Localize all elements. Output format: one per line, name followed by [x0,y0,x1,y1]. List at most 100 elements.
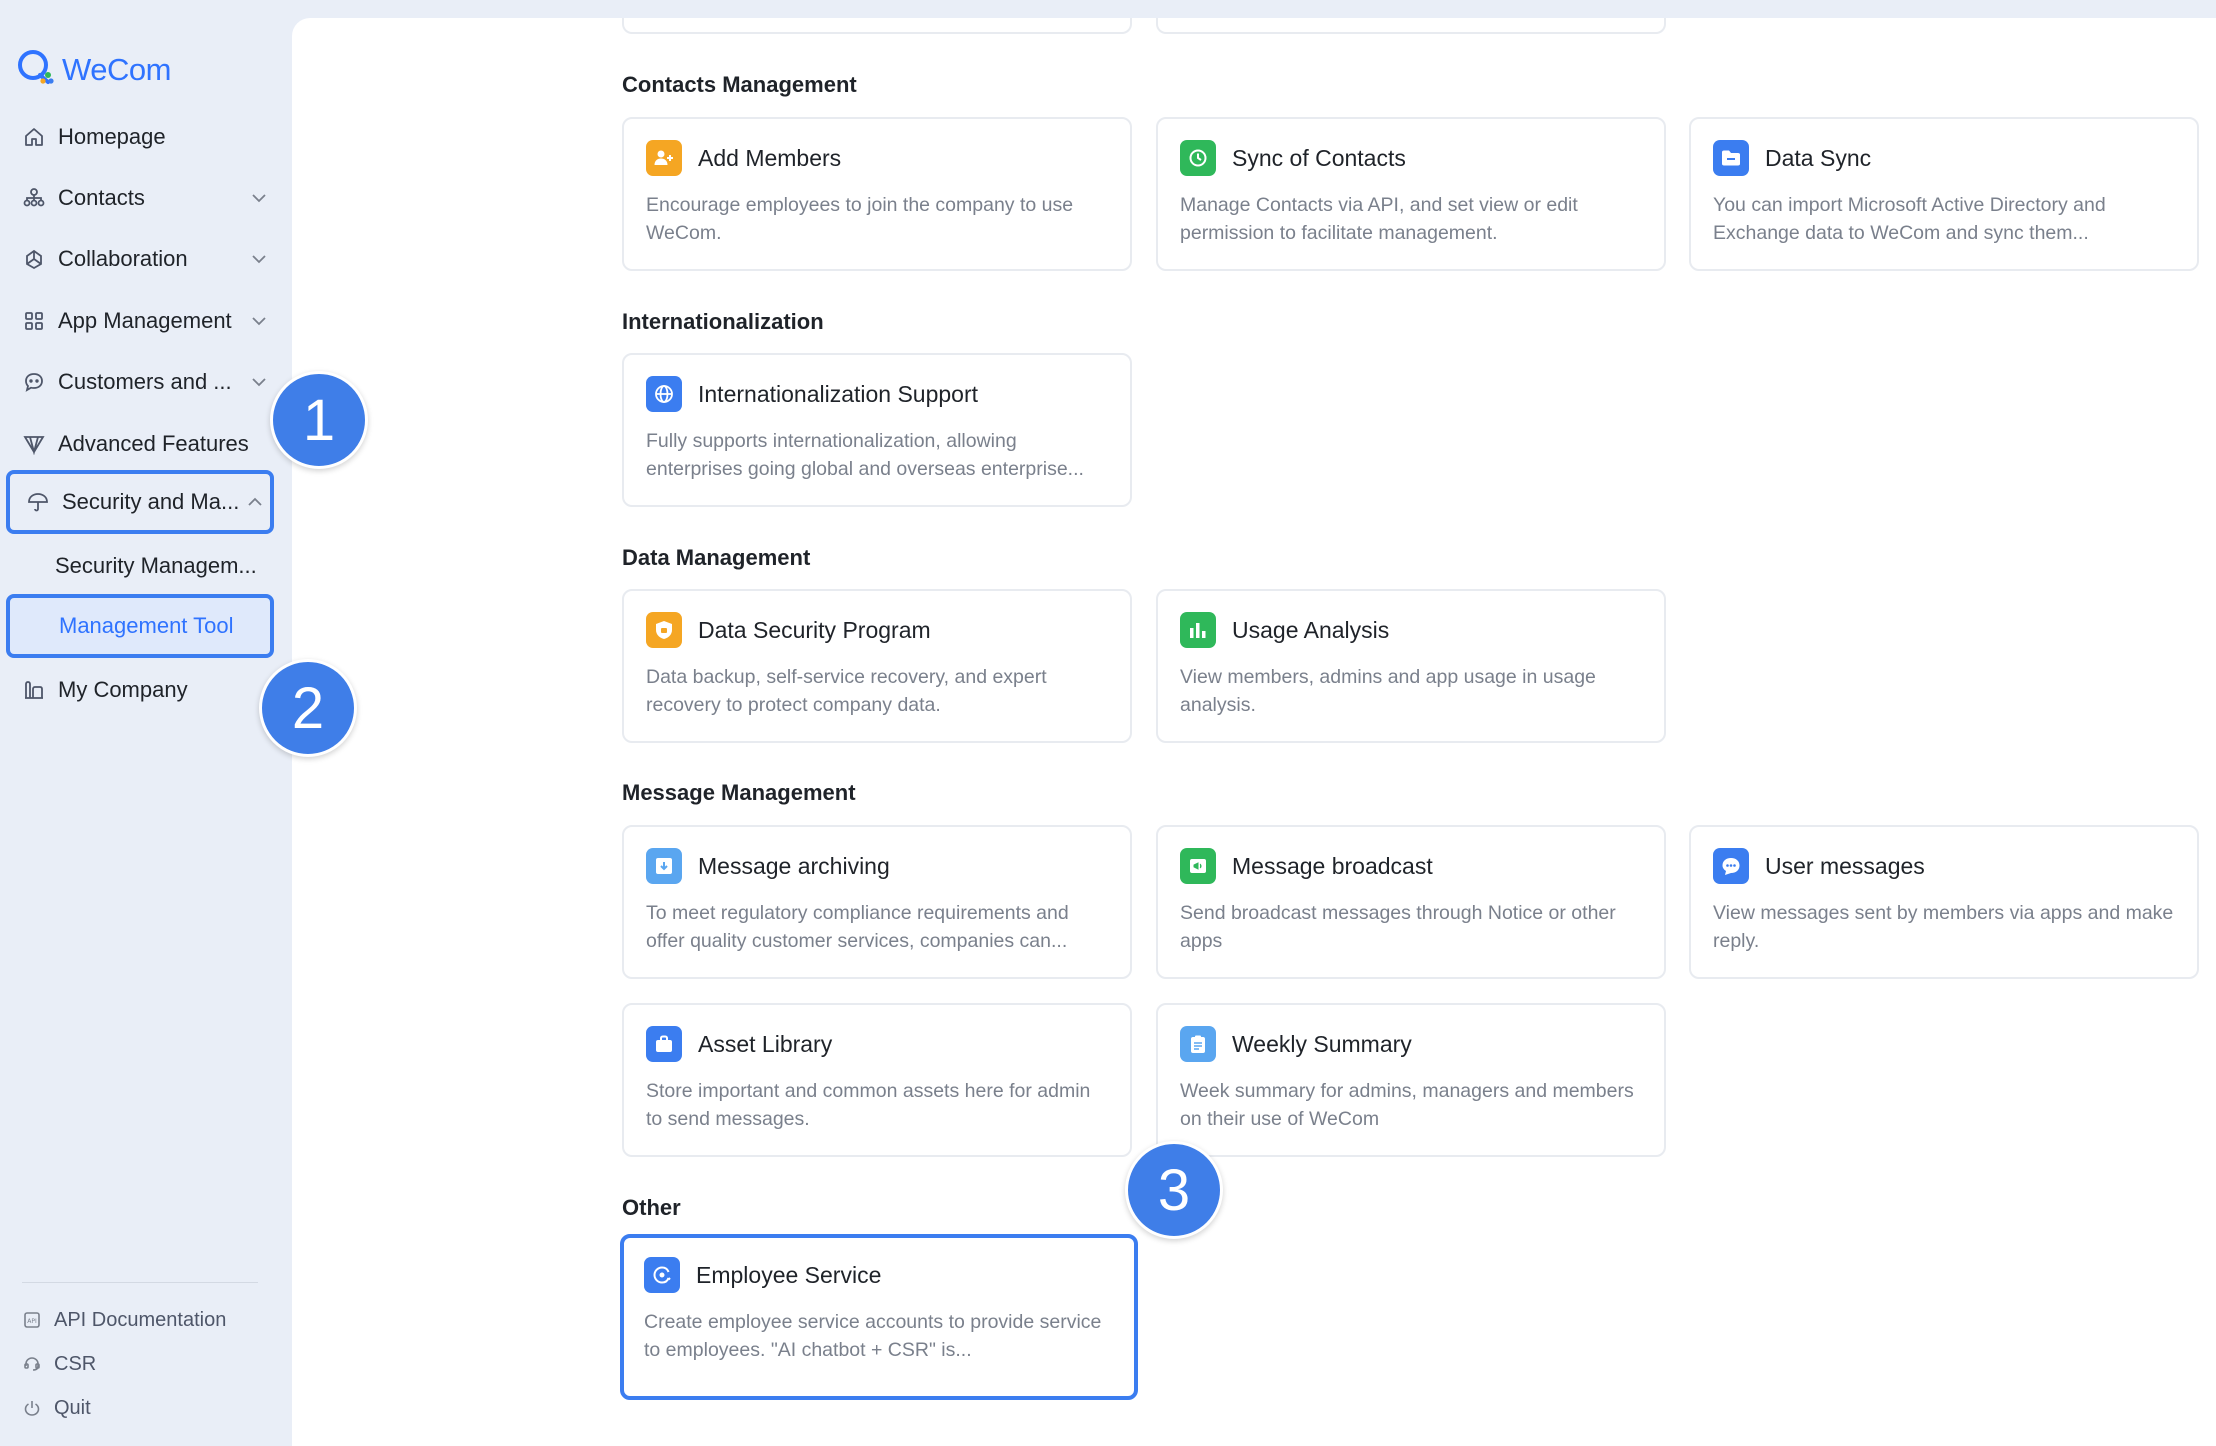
card-internationalization-support[interactable]: Internationalization Support Fully suppo… [622,353,1132,507]
card-sync-of-contacts[interactable]: Sync of Contacts Manage Contacts via API… [1156,117,1666,271]
sidebar-item-label: Security and Ma... [62,489,240,514]
card-description: To meet regulatory compliance requiremen… [646,902,1069,952]
sidebar-item-label: App Management [58,308,232,333]
collaboration-icon [22,247,46,271]
wecom-logo-icon [16,48,56,91]
card-description: Send broadcast messages through Notice o… [1180,902,1616,952]
chevron-down-icon [244,254,274,264]
shield-icon [646,612,682,648]
grid-icon [22,309,46,333]
section-title-other: Other [622,1195,681,1220]
card-title: Usage Analysis [1232,616,1390,643]
sidebar-subitem-security-management[interactable]: Security Managem... [6,537,274,595]
svg-text:API: API [27,1318,37,1325]
sidebar-item-customers[interactable]: Customers and ... [6,353,274,411]
footer-api-documentation[interactable]: API API Documentation [22,1302,226,1338]
bar-chart-icon [1180,612,1216,648]
scrolled-card-partial [622,18,1132,34]
card-description: Encourage employees to join the company … [646,194,1074,244]
sidebar-item-security-and-management[interactable]: Security and Ma... [6,470,274,534]
sidebar-item-label: Contacts [58,185,145,210]
footer-item-label: Quit [54,1396,91,1419]
sidebar-item-advanced-features[interactable]: Advanced Features [6,415,274,473]
card-description: View members, admins and app usage in us… [1180,666,1596,716]
sidebar-item-contacts[interactable]: Contacts [6,169,274,227]
card-user-messages[interactable]: User messages View messages sent by memb… [1689,825,2199,979]
sidebar-item-homepage[interactable]: Homepage [6,108,274,166]
card-description: Create employee service accounts to prov… [644,1311,1102,1361]
card-description: Data backup, self-service recovery, and … [646,666,1047,716]
card-title: Internationalization Support [698,380,979,407]
section-title-internationalization: Internationalization [622,309,824,334]
card-description: Week summary for admins, managers and me… [1180,1080,1634,1130]
step-badge-1: 1 [270,371,368,469]
chevron-down-icon [244,377,274,387]
card-title: User messages [1765,852,1925,879]
card-description: View messages sent by members via apps a… [1713,902,2174,952]
power-icon [22,1398,42,1418]
sidebar-item-label: Advanced Features [58,431,249,456]
card-title: Weekly Summary [1232,1030,1412,1057]
message-icon [1713,848,1749,884]
sidebar-item-label: Management Tool [59,613,234,638]
card-asset-library[interactable]: Asset Library Store important and common… [622,1003,1132,1157]
card-message-broadcast[interactable]: Message broadcast Send broadcast message… [1156,825,1666,979]
card-title: Asset Library [698,1030,833,1057]
sidebar-item-my-company[interactable]: My Company [6,661,274,719]
umbrella-icon [26,490,50,514]
footer-csr[interactable]: CSR [22,1346,96,1382]
card-data-security-program[interactable]: Data Security Program Data backup, self-… [622,589,1132,743]
sync-icon [1180,140,1216,176]
card-title: Employee Service [696,1261,882,1288]
chat-bubble-icon [22,370,46,394]
sidebar-divider [22,1282,258,1283]
chevron-up-icon [240,497,270,507]
step-badge-2: 2 [259,659,357,757]
sidebar-item-label: Security Managem... [55,553,257,578]
add-members-icon [646,140,682,176]
footer-item-label: API Documentation [54,1308,227,1331]
card-title: Add Members [698,144,842,171]
card-message-archiving[interactable]: Message archiving To meet regulatory com… [622,825,1132,979]
org-chart-icon [22,186,46,210]
folder-icon [1713,140,1749,176]
headset-icon [22,1354,42,1374]
building-icon [22,678,46,702]
section-title-data-management: Data Management [622,545,811,570]
card-description: You can import Microsoft Active Director… [1713,194,2106,244]
archive-icon [646,848,682,884]
footer-quit[interactable]: Quit [22,1390,91,1426]
sidebar-item-app-management[interactable]: App Management [6,292,274,350]
card-title: Message archiving [698,852,890,879]
card-title: Sync of Contacts [1232,144,1406,171]
card-description: Store important and common assets here f… [646,1080,1091,1130]
card-title: Data Security Program [698,616,931,643]
card-description: Manage Contacts via API, and set view or… [1180,194,1578,244]
briefcase-icon [646,1026,682,1062]
employee-service-icon [644,1257,680,1293]
card-add-members[interactable]: Add Members Encourage employees to join … [622,117,1132,271]
broadcast-icon [1180,848,1216,884]
sidebar: WeCom Homepage Contacts Collaboration Ap… [0,0,292,1446]
sidebar-subitem-management-tool[interactable]: Management Tool [6,594,274,658]
wecom-logo-text: WeCom [62,51,171,87]
diamond-icon [22,432,46,456]
footer-item-label: CSR [54,1352,97,1375]
card-title: Message broadcast [1232,852,1433,879]
sidebar-item-label: Customers and ... [58,369,232,394]
section-title-message-management: Message Management [622,780,856,805]
card-description: Fully supports internationalization, all… [646,430,1084,480]
sidebar-item-label: Collaboration [58,246,188,271]
chevron-down-icon [244,193,274,203]
report-icon [1180,1026,1216,1062]
wecom-logo[interactable]: WeCom [16,48,171,91]
scrolled-card-partial [1156,18,1666,34]
chevron-down-icon [244,316,274,326]
section-title-contacts-management: Contacts Management [622,72,857,97]
sidebar-item-collaboration[interactable]: Collaboration [6,230,274,288]
card-usage-analysis[interactable]: Usage Analysis View members, admins and … [1156,589,1666,743]
card-weekly-summary[interactable]: Weekly Summary Week summary for admins, … [1156,1003,1666,1157]
card-data-sync[interactable]: Data Sync You can import Microsoft Activ… [1689,117,2199,271]
card-employee-service[interactable]: Employee Service Create employee service… [620,1234,1138,1400]
sidebar-item-label: My Company [58,677,188,702]
